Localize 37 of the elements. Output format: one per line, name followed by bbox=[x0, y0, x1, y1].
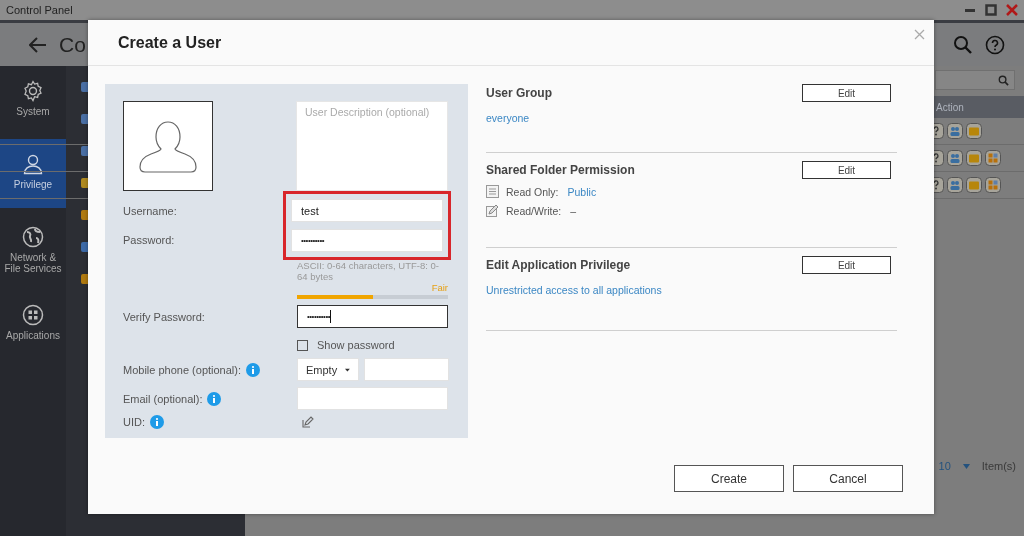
edit-button[interactable]: Edit bbox=[802, 256, 891, 274]
password-hint: ASCII: 0-64 characters, UTF-8: 0-64 bytes bbox=[297, 260, 440, 282]
field-label: Email (optional): bbox=[123, 392, 203, 405]
field-label: Username: bbox=[123, 205, 178, 218]
dialog-button[interactable]: Create bbox=[674, 465, 784, 492]
sidebar-item[interactable]: System bbox=[0, 72, 66, 129]
section-title: User Group bbox=[486, 86, 552, 100]
dialog-title: Create a User bbox=[118, 33, 222, 52]
section-title: Edit Application Privilege bbox=[486, 258, 631, 272]
field-label: Password: bbox=[123, 233, 176, 246]
items-label: Item(s) bbox=[981, 460, 1016, 472]
username-field[interactable]: test bbox=[291, 199, 443, 222]
permission-value[interactable]: Public bbox=[567, 185, 597, 198]
section-link[interactable]: everyone bbox=[486, 112, 897, 124]
permission-label: Read Only: bbox=[506, 185, 559, 198]
strength-label: Fair bbox=[431, 282, 448, 293]
section-link[interactable]: Unrestricted access to all applications bbox=[486, 284, 897, 296]
field-label: Mobile phone (optional): bbox=[123, 363, 242, 376]
permission-label: Read/Write: bbox=[506, 204, 562, 217]
column-header: Action bbox=[936, 101, 965, 113]
sidebar-item[interactable]: Applications bbox=[0, 296, 66, 353]
password-field[interactable]: •••••••••• bbox=[291, 229, 443, 252]
edit-button[interactable]: Edit bbox=[802, 84, 891, 102]
description-field[interactable]: User Description (optional) bbox=[296, 101, 448, 191]
edit-button[interactable]: Edit bbox=[802, 161, 891, 179]
page-title: Co bbox=[59, 32, 86, 57]
dialog-button[interactable]: Cancel bbox=[793, 465, 903, 492]
window-title: Control Panel bbox=[6, 4, 73, 16]
show-password-checkbox[interactable]: Show password bbox=[297, 339, 395, 351]
sidebar-item[interactable]: Network & File Services bbox=[0, 218, 66, 286]
field-label: Verify Password: bbox=[123, 310, 206, 323]
permission-value: – bbox=[570, 204, 577, 217]
sidebar-item[interactable]: Privilege bbox=[0, 139, 66, 208]
section-title: Shared Folder Permission bbox=[486, 163, 635, 177]
field-label: UID: bbox=[123, 416, 145, 428]
country-code-dropdown[interactable]: Empty bbox=[297, 358, 359, 381]
verify-password-field[interactable]: •••••••••• bbox=[297, 305, 448, 328]
